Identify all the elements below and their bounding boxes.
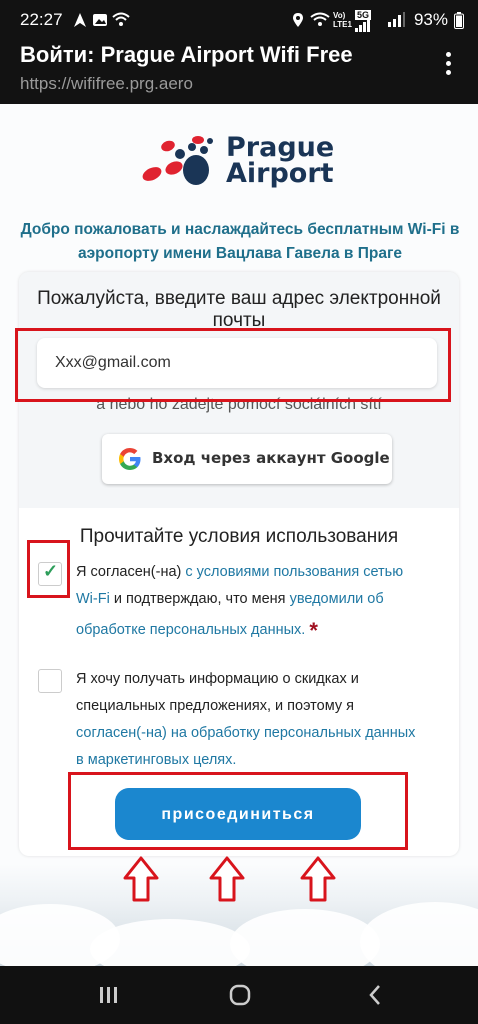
captive-portal-page: Prague Airport Добро пожаловать и наслаж… xyxy=(0,104,478,966)
wifi-icon xyxy=(310,12,330,26)
status-time: 22:27 xyxy=(20,10,63,29)
system-nav-bar xyxy=(0,966,478,1024)
button-highlight-box xyxy=(68,772,408,850)
page-url: https://wififree.prg.aero xyxy=(20,74,193,93)
wifi-icon xyxy=(112,12,130,26)
marketing-consent-checkbox[interactable] xyxy=(38,669,62,693)
marketing-consent-text: Я хочу получать информацию о скидках и с… xyxy=(76,666,416,774)
battery-icon xyxy=(454,12,464,29)
google-login-label: Вход через аккаунт Google xyxy=(152,449,390,467)
welcome-text: Добро пожаловать и наслаждайтесь бесплат… xyxy=(20,221,460,262)
up-arrow-icon xyxy=(209,856,245,902)
signal-icon xyxy=(388,12,405,27)
required-mark: * xyxy=(309,618,318,643)
battery-percent: 93% xyxy=(413,10,448,29)
up-arrow-icon xyxy=(300,856,336,902)
signal-icon xyxy=(355,20,370,32)
terms-title: Прочитайте условия использования xyxy=(79,526,399,547)
email-highlight-box xyxy=(15,328,451,402)
5g-icon: 5G xyxy=(355,10,372,20)
more-options-icon[interactable] xyxy=(446,52,452,78)
location-icon xyxy=(293,13,303,27)
home-icon[interactable] xyxy=(229,984,251,1006)
google-icon xyxy=(119,448,141,470)
google-login-button[interactable]: Вход через аккаунт Google xyxy=(102,434,392,484)
back-icon[interactable] xyxy=(368,984,382,1006)
prague-airport-logo: Prague Airport xyxy=(140,134,340,190)
volte-icon: Vo) LTE1 xyxy=(333,11,352,29)
page-title: Войти: Prague Airport Wifi Free xyxy=(20,42,353,67)
logo-text-airport: Airport xyxy=(226,158,334,189)
consent-text: Я хочу получать информацию о скидках и с… xyxy=(76,671,359,714)
up-arrow-icon xyxy=(123,856,159,902)
consent-text: Я согласен(-на) xyxy=(76,564,186,580)
gallery-icon xyxy=(93,14,107,26)
consent-text: и подтверждаю, что меня xyxy=(109,591,290,607)
terms-consent-text: Я согласен(-на) с условиями пользования … xyxy=(76,559,416,644)
checkbox-highlight-box xyxy=(27,540,70,598)
navigation-icon xyxy=(74,13,86,27)
airport-logo-mark xyxy=(142,136,213,185)
marketing-consent-link[interactable]: согласен(-на) на обработку персональных … xyxy=(76,725,415,768)
email-prompt: Пожалуйста, введите ваш адрес электронно… xyxy=(37,288,441,331)
recent-apps-icon[interactable] xyxy=(98,985,120,1005)
